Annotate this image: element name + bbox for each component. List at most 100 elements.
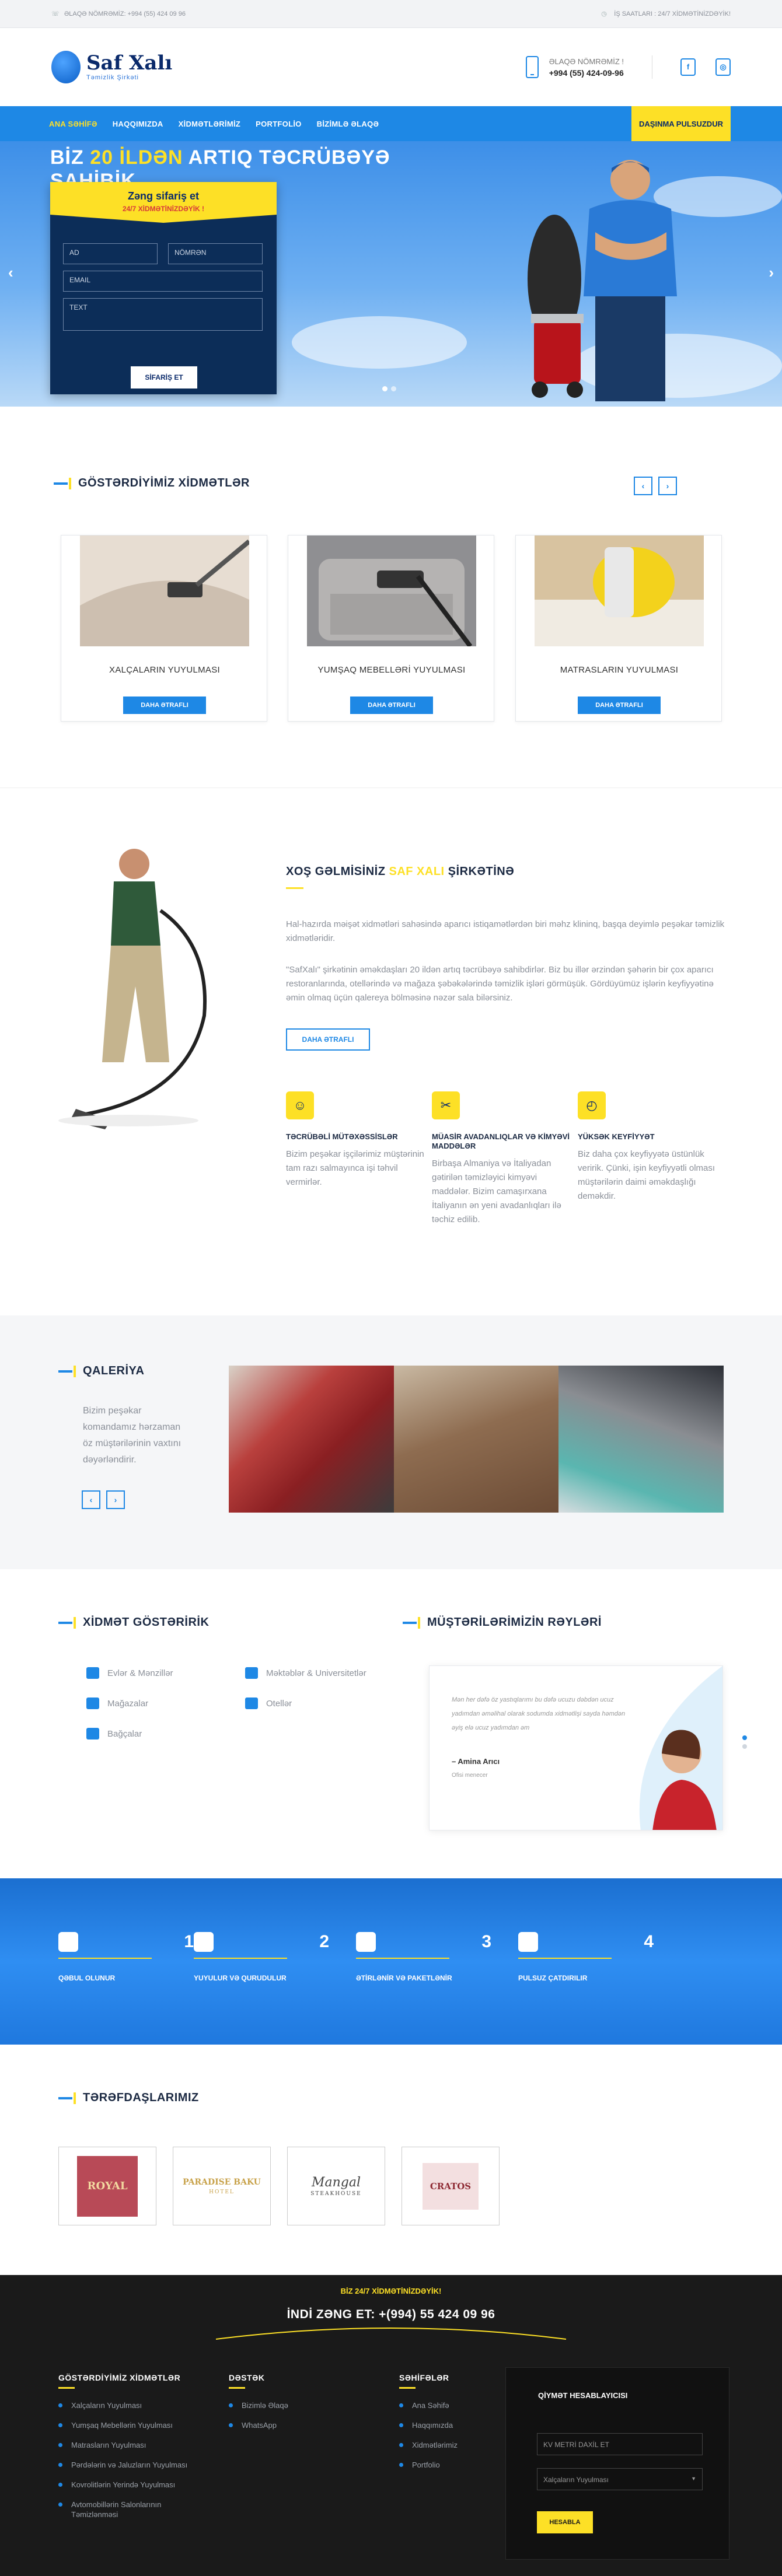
- gallery-text: Bizim peşəkar komandamız hərzaman öz müş…: [83, 1406, 181, 1465]
- footer-col-title: DƏSTƏK: [229, 2373, 288, 2389]
- feature-text: Biz daha çox keyfiyyətə üstünlük veririk…: [578, 1149, 715, 1201]
- step-number: 1: [184, 1932, 194, 1951]
- gallery-prev-button[interactable]: ‹: [82, 1490, 100, 1509]
- services-section: GÖSTƏRDİYİMİZ XİDMƏTLƏR ‹ › XALÇALARIN Y…: [0, 477, 782, 751]
- gallery-images: [229, 1366, 724, 1513]
- hotel-icon: [245, 1698, 258, 1709]
- footer-link[interactable]: Ana Səhifə: [399, 2400, 458, 2410]
- phone-number: +994 (55) 424-09-96: [549, 68, 624, 78]
- service-more-button[interactable]: DAHA ƏTRAFLI: [350, 696, 433, 714]
- upholstery-cleaning-image: [307, 536, 476, 646]
- logo-drop-icon: [51, 51, 81, 83]
- reviewer-photo: [639, 1666, 722, 1830]
- nav-services[interactable]: XİDMƏTLƏRİMİZ: [179, 120, 241, 128]
- gallery-image[interactable]: [393, 1366, 559, 1513]
- free-delivery-button[interactable]: DAŞINMA PULSUZDUR: [631, 106, 731, 141]
- review-text: Mən her dəfə öz yastıqlarımı bu dəfə ucu…: [452, 1696, 626, 1731]
- gallery-next-button[interactable]: ›: [106, 1490, 125, 1509]
- garden-icon: [86, 1728, 99, 1740]
- footer-link[interactable]: Haqqımızda: [399, 2420, 458, 2430]
- serve-item: Bağçalar: [86, 1728, 142, 1740]
- footer-link[interactable]: Xalçaların Yuyulması: [58, 2400, 187, 2410]
- nav-portfolio[interactable]: PORTFOLİO: [256, 120, 302, 128]
- clock-icon: ◴: [578, 1091, 606, 1119]
- services-prev-button[interactable]: ‹: [634, 477, 652, 495]
- process-section: 1 QƏBUL OLUNUR 2 YUYULUR VƏ QURUDULUR 3 …: [0, 1878, 782, 2045]
- calculate-button[interactable]: HESABLA: [537, 2511, 593, 2533]
- review-dot[interactable]: [742, 1744, 747, 1749]
- about-more-button[interactable]: DAHA ƏTRAFLI: [286, 1028, 370, 1051]
- nav-about[interactable]: HAQQIMIZDA: [113, 120, 163, 128]
- step-line: [518, 1958, 612, 1959]
- gallery-image[interactable]: [229, 1366, 394, 1513]
- service-more-button[interactable]: DAHA ƏTRAFLI: [578, 696, 661, 714]
- message-input[interactable]: TEXT: [63, 298, 263, 331]
- about-title: XOŞ GƏLMİSİNİZ SAF XALI ŞİRKƏTİNƏ: [286, 865, 515, 878]
- slider-dot[interactable]: [391, 386, 396, 391]
- step-label: QƏBUL OLUNUR: [58, 1974, 116, 1982]
- footer-link[interactable]: Matrasların Yuyulması: [58, 2440, 187, 2450]
- footer-link[interactable]: Xidmətlərimiz: [399, 2440, 458, 2450]
- footer-link[interactable]: Yumşaq Mebellərin Yuyulması: [58, 2420, 187, 2430]
- footer-link[interactable]: WhatsApp: [229, 2420, 288, 2430]
- footer-link[interactable]: Bizimlə Əlaqə: [229, 2400, 288, 2410]
- step-number: 3: [481, 1932, 491, 1951]
- logo[interactable]: Saf Xalı Təmizlik Şirkəti: [51, 51, 172, 83]
- footer-link[interactable]: Pərdələrin və Jaluzların Yuyulması: [58, 2460, 187, 2470]
- footer-divider: [216, 2328, 566, 2340]
- hero-worker-image: [528, 160, 677, 401]
- partner-logo-cratos[interactable]: CRATOS: [402, 2147, 500, 2225]
- phone-icon: ☏: [51, 10, 60, 18]
- name-input[interactable]: AD: [63, 243, 158, 264]
- gallery-title: QALERİYA: [58, 1364, 145, 1378]
- tools-icon: ✂: [432, 1091, 460, 1119]
- washing-machine-icon: [194, 1932, 214, 1952]
- nav-home[interactable]: ANA SƏHİFƏ: [49, 120, 97, 128]
- serve-item: Məktəblər & Universitetlər: [245, 1667, 366, 1679]
- about-paragraph: "SafXalı" şirkətinin əməkdaşları 20 ildə…: [286, 965, 714, 1003]
- review-dot[interactable]: [742, 1735, 747, 1740]
- services-next-button[interactable]: ›: [658, 477, 677, 495]
- partner-logo-paradise[interactable]: PARADISE BAKU HOTEL: [173, 2147, 271, 2225]
- service-card[interactable]: YUMŞAQ MEBELLƏRİ YUYULMASI DAHA ƏTRAFLI: [288, 535, 494, 722]
- header-phone[interactable]: ƏLAQƏ NÖMRƏMİZ ! +994 (55) 424-09-96: [525, 55, 652, 79]
- footer-support-column: DƏSTƏK Bizimlə Əlaqə WhatsApp: [229, 2373, 288, 2440]
- mobile-phone-icon: [525, 56, 539, 78]
- carpet-cleaning-image: [80, 536, 249, 646]
- serve-title: XİDMƏT GÖSTƏRİRİK: [58, 1616, 209, 1629]
- footer-col-title: SƏHİFƏLƏR: [399, 2373, 458, 2389]
- shop-icon: [86, 1698, 99, 1709]
- feature-quality: ◴ YÜKSƏK KEYFİYYƏT Biz daha çox keyfiyyə…: [578, 1091, 724, 1203]
- callback-form: Zəng sifariş et 24/7 XİDMƏTİNİZDƏYİK ! A…: [50, 182, 277, 394]
- area-input[interactable]: KV METRİ DAXİL ET: [537, 2433, 703, 2455]
- reviews-title: MÜŞTƏRİLƏRİMİZİN RƏYLƏRİ: [403, 1616, 602, 1629]
- facebook-icon[interactable]: f: [680, 58, 696, 76]
- partner-logo-mangal[interactable]: Mangal STEAKHOUSE: [287, 2147, 385, 2225]
- service-card[interactable]: XALÇALARIN YUYULMASI DAHA ƏTRAFLI: [61, 535, 267, 722]
- slider-prev-icon[interactable]: ‹: [8, 264, 13, 282]
- service-caption: XALÇALARIN YUYULMASI: [109, 665, 220, 675]
- email-input[interactable]: EMAIL: [63, 271, 263, 292]
- slider-dot[interactable]: [382, 386, 387, 391]
- step-line: [356, 1958, 449, 1959]
- footer-cta-phone[interactable]: İNDİ ZƏNG ET: +(994) 55 424 09 96: [0, 2308, 782, 2322]
- service-select[interactable]: Xalçaların Yuyulması ▼: [537, 2468, 703, 2490]
- step-number: 2: [319, 1932, 329, 1951]
- order-submit-button[interactable]: SİFARİŞ ET: [131, 366, 197, 388]
- calculator-title: QİYMƏT HESABLAYICISI: [538, 2391, 628, 2400]
- phone-input[interactable]: NÖMRƏN: [168, 243, 263, 264]
- service-more-button[interactable]: DAHA ƏTRAFLI: [123, 696, 206, 714]
- footer-link[interactable]: Kovrolitlərin Yerində Yuyulması: [58, 2480, 187, 2490]
- service-card[interactable]: MATRASLARIN YUYULMASI DAHA ƏTRAFLI: [515, 535, 722, 722]
- team-icon: ☺: [286, 1091, 314, 1119]
- nav-contact[interactable]: BİZİMLƏ ƏLAQƏ: [317, 120, 379, 128]
- partner-logo-royal[interactable]: ROYAL: [58, 2147, 156, 2225]
- instagram-icon[interactable]: ◎: [715, 58, 731, 76]
- gallery-section: QALERİYA Bizim peşəkar komandamız hərzam…: [0, 1315, 782, 1569]
- gallery-image[interactable]: [558, 1366, 724, 1513]
- school-icon: [245, 1667, 258, 1679]
- slider-next-icon[interactable]: ›: [769, 264, 774, 282]
- partners-section: TƏRƏFDAŞLARIMIZ ROYAL PARADISE BAKU HOTE…: [0, 2045, 782, 2275]
- footer-link[interactable]: Avtomobillərin Salonlarının Təmizlənməsi: [58, 2500, 181, 2519]
- footer-link[interactable]: Portfolio: [399, 2460, 458, 2470]
